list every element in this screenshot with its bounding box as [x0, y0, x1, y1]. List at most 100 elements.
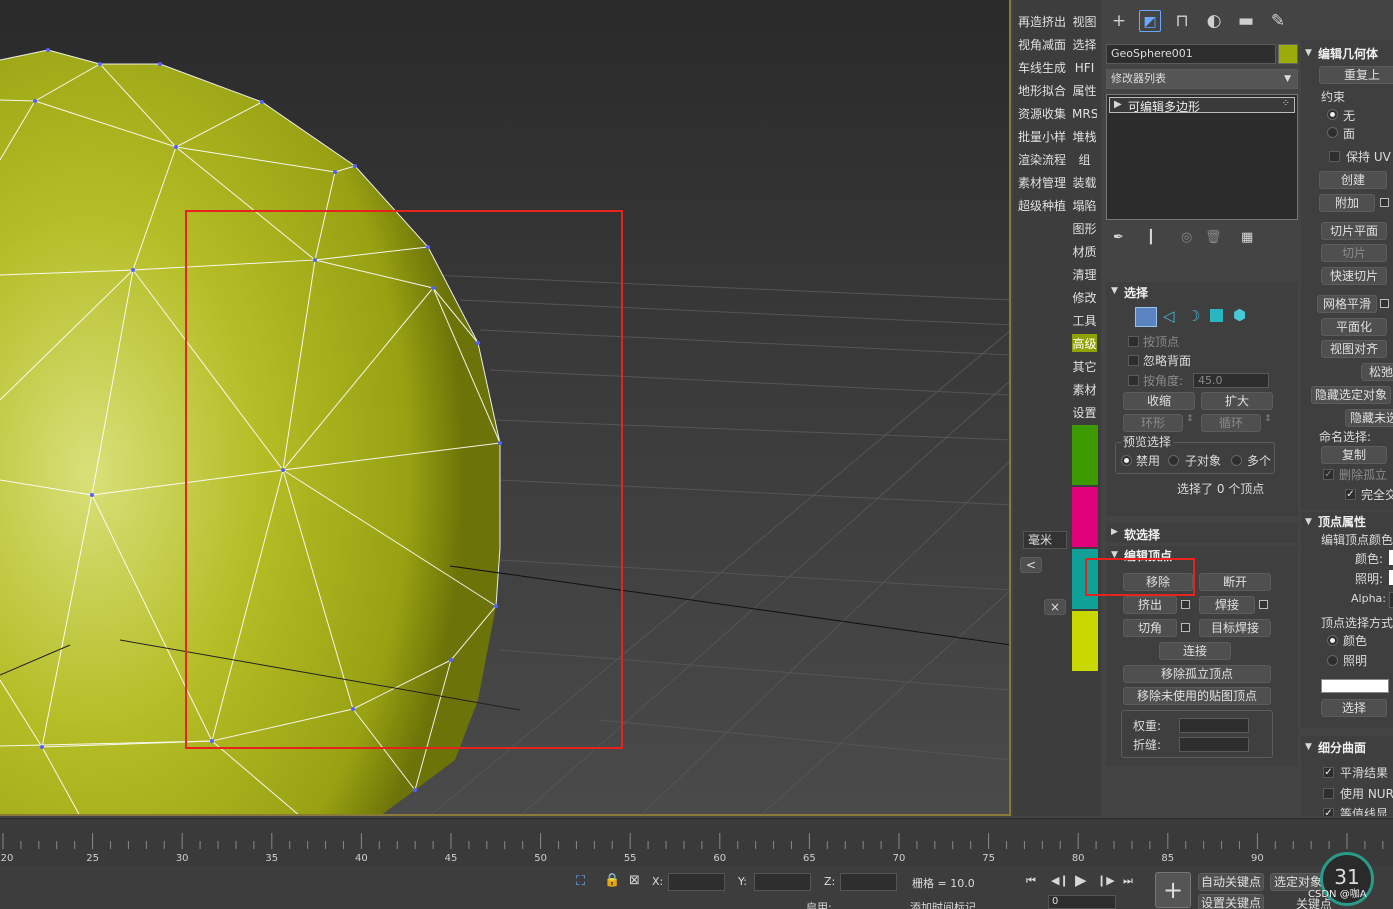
script-button[interactable]: 再造挤出	[1015, 11, 1069, 31]
script-button[interactable]: 渲染流程	[1015, 149, 1069, 169]
weight-field[interactable]	[1179, 718, 1249, 733]
script-category-button[interactable]: 视图	[1071, 11, 1098, 31]
configure-sets-icon[interactable]: ▦	[1241, 230, 1253, 245]
view-align-button[interactable]: 视图对齐	[1321, 340, 1387, 358]
timeline-ruler[interactable]: 20253035404550556065707580859095	[0, 818, 1393, 866]
loop-spinner-icon[interactable]: ⇕	[1264, 414, 1272, 424]
goto-end-icon[interactable]: ⏭	[1123, 874, 1133, 888]
stack-item[interactable]: ▶ 可编辑多边形 ⁘	[1109, 97, 1295, 114]
close-button[interactable]: ×	[1044, 599, 1066, 615]
attach-button[interactable]: 附加	[1319, 194, 1375, 212]
by-vertex-checkbox[interactable]	[1128, 336, 1139, 347]
display-tab-icon[interactable]: ▬	[1235, 10, 1257, 32]
x-coordinate-field[interactable]	[668, 873, 725, 891]
relax-button[interactable]: 松弛	[1361, 363, 1393, 381]
chamfer-settings-icon[interactable]	[1181, 623, 1190, 632]
mesh-smooth-button[interactable]: 网格平滑	[1317, 295, 1377, 313]
script-category-button[interactable]: 选择	[1071, 34, 1098, 54]
absolute-mode-icon[interactable]: ⊠	[629, 873, 640, 888]
use-nurms-checkbox[interactable]	[1323, 788, 1334, 799]
auto-key-button[interactable]: 自动关键点	[1198, 873, 1264, 891]
edge-mode-icon[interactable]: ◁	[1163, 307, 1175, 325]
extrude-settings-icon[interactable]	[1181, 600, 1190, 609]
color-swatch[interactable]	[1072, 611, 1098, 671]
script-category-button[interactable]: 塌陷	[1071, 195, 1098, 215]
extrude-button[interactable]: 挤出	[1123, 596, 1177, 614]
loop-button[interactable]: 循环	[1201, 414, 1261, 432]
color-swatch[interactable]	[1072, 487, 1098, 547]
object-name-field[interactable]: GeoSphere001	[1106, 44, 1276, 64]
create-tab-icon[interactable]: +	[1108, 10, 1130, 32]
ring-spinner-icon[interactable]: ⇕	[1186, 414, 1194, 424]
rollout-collapse-icon[interactable]: ▼	[1305, 742, 1312, 752]
copy-button[interactable]: 复制	[1321, 446, 1387, 464]
script-button[interactable]: 素材管理	[1015, 172, 1069, 192]
element-mode-icon[interactable]: ⬢	[1233, 306, 1246, 324]
shrink-button[interactable]: 收缩	[1123, 392, 1195, 410]
script-button[interactable]: 超级种植	[1015, 195, 1069, 215]
script-button[interactable]: 视角减面	[1015, 34, 1069, 54]
slice-plane-button[interactable]: 切片平面	[1321, 222, 1387, 240]
script-category-button[interactable]: 清理	[1071, 264, 1098, 284]
lock-selection-icon[interactable]: 🔒	[604, 873, 620, 888]
make-unique-icon[interactable]: ◎	[1181, 230, 1192, 245]
current-frame-field[interactable]: 0	[1048, 895, 1116, 909]
preview-off-radio[interactable]	[1121, 455, 1132, 466]
weld-settings-icon[interactable]	[1259, 600, 1268, 609]
chamfer-button[interactable]: 切角	[1123, 619, 1177, 637]
perspective-viewport[interactable]	[0, 0, 1011, 816]
angle-field[interactable]: 45.0	[1193, 373, 1269, 388]
remove-unused-map-button[interactable]: 移除未使用的贴图顶点	[1123, 687, 1271, 705]
vertex-mode-icon[interactable]	[1135, 307, 1157, 327]
ring-button[interactable]: 环形	[1123, 414, 1183, 432]
select-by-color-radio[interactable]	[1327, 635, 1338, 646]
weld-button[interactable]: 焊接	[1199, 596, 1255, 614]
hide-unselected-button[interactable]: 隐藏未选	[1345, 409, 1393, 427]
script-category-button[interactable]: 装载	[1071, 172, 1098, 192]
full-interactive-checkbox[interactable]: ✓	[1345, 489, 1356, 500]
utilities-tab-icon[interactable]: ✎	[1267, 10, 1289, 32]
grow-button[interactable]: 扩大	[1201, 392, 1273, 410]
vertex-illum-swatch[interactable]	[1389, 570, 1393, 585]
prev-frame-icon[interactable]: ◀❙	[1051, 874, 1069, 887]
script-category-button[interactable]: 图形	[1071, 218, 1098, 238]
script-button[interactable]: 地形拟合	[1015, 80, 1069, 100]
object-color-swatch[interactable]	[1278, 44, 1298, 64]
preview-subobject-radio[interactable]	[1168, 455, 1179, 466]
next-frame-icon[interactable]: ❙▶	[1097, 874, 1115, 887]
rollout-collapse-icon[interactable]: ▼	[1305, 517, 1312, 527]
script-category-button[interactable]: 设置	[1071, 402, 1098, 422]
remove-modifier-icon[interactable]: 🗑	[1205, 230, 1222, 245]
set-key-button[interactable]: 设置关键点	[1198, 894, 1264, 909]
y-coordinate-field[interactable]	[754, 873, 811, 891]
polygon-mode-icon[interactable]	[1210, 309, 1223, 322]
constraint-face-radio[interactable]	[1327, 127, 1338, 138]
script-button[interactable]: 车线生成	[1015, 57, 1069, 77]
back-arrow-button[interactable]: <	[1020, 557, 1042, 573]
slice-button[interactable]: 切片	[1321, 244, 1387, 262]
smooth-result-checkbox[interactable]: ✓	[1323, 767, 1334, 778]
script-category-button[interactable]: 高级	[1071, 333, 1098, 353]
crease-field[interactable]	[1179, 737, 1249, 752]
pin-stack-icon[interactable]: ✒	[1113, 230, 1124, 245]
preserve-uv-checkbox[interactable]	[1329, 151, 1340, 162]
script-category-button[interactable]: 组	[1071, 149, 1098, 169]
ignore-backfacing-checkbox[interactable]	[1128, 355, 1139, 366]
script-category-button[interactable]: 属性	[1071, 80, 1098, 100]
hierarchy-tab-icon[interactable]: ⊓	[1171, 10, 1193, 32]
select-by-color-button[interactable]: 选择	[1321, 699, 1387, 717]
break-button[interactable]: 断开	[1199, 573, 1271, 591]
modifier-list-dropdown[interactable]: 修改器列表 ▼	[1106, 69, 1298, 89]
select-color-swatch[interactable]	[1321, 679, 1389, 693]
by-angle-checkbox[interactable]	[1128, 375, 1139, 386]
preview-multi-radio[interactable]	[1231, 455, 1242, 466]
expand-arrow-icon[interactable]: ▶	[1114, 99, 1122, 110]
target-weld-button[interactable]: 目标焊接	[1199, 619, 1271, 637]
goto-start-icon[interactable]: ⏮	[1026, 874, 1036, 888]
rollout-collapse-icon[interactable]: ▼	[1111, 286, 1118, 296]
alpha-field[interactable]	[1389, 592, 1393, 608]
mesh-smooth-settings-icon[interactable]	[1380, 299, 1389, 308]
script-category-button[interactable]: 材质	[1071, 241, 1098, 261]
color-swatch[interactable]	[1072, 425, 1098, 485]
script-button[interactable]: 资源收集	[1015, 103, 1069, 123]
